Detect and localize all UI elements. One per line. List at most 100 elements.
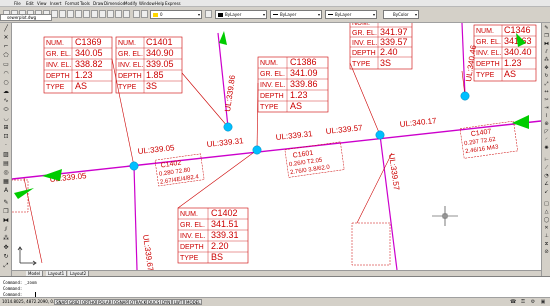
menu-modify[interactable]: Modify: [124, 0, 137, 7]
dim-linear-icon[interactable]: ⊢: [543, 157, 550, 163]
array-icon[interactable]: ⁂: [2, 235, 10, 242]
menu-file[interactable]: File: [14, 0, 21, 7]
copy-icon[interactable]: ❐: [543, 33, 550, 39]
command-line[interactable]: Command: _zoom Command: Command:: [0, 276, 550, 297]
table-icon[interactable]: ▦: [2, 178, 10, 185]
arc-icon[interactable]: ◠: [2, 70, 10, 77]
drawing-canvas[interactable]: NUM. GR. EL. INV. EL. DEPTH TYPE C1369 3…: [12, 23, 541, 270]
break-icon[interactable]: ⌇: [543, 113, 550, 119]
move-icon[interactable]: ✥: [543, 65, 550, 71]
mirror-icon[interactable]: ⧓: [2, 217, 10, 224]
manhole-node[interactable]: [223, 122, 233, 132]
rotate-icon[interactable]: ↻: [2, 253, 10, 260]
pan-icon[interactable]: [83, 10, 90, 18]
construction-line-icon[interactable]: ✕: [2, 34, 10, 41]
pipe-callout-5[interactable]: [351, 222, 391, 266]
offset-icon[interactable]: ⫽: [2, 226, 10, 233]
move-icon[interactable]: ✥: [2, 244, 10, 251]
toggle-polar[interactable]: POLAR: [96, 299, 114, 305]
copy-icon[interactable]: [51, 10, 58, 18]
manhole-node[interactable]: [375, 130, 385, 140]
scale-icon[interactable]: ⤢: [543, 81, 550, 87]
menu-dimension[interactable]: Dimension: [104, 0, 125, 7]
layer-dropdown[interactable]: 0 ▾: [150, 10, 202, 19]
join-icon[interactable]: ⊕: [543, 121, 550, 127]
plotstyle-dropdown[interactable]: ByColor ▾: [383, 10, 419, 19]
osnap-endpoint-icon[interactable]: □: [543, 201, 550, 207]
make-block-icon[interactable]: ⊡: [2, 133, 10, 140]
manhole-table-3[interactable]: NUM. GR. EL. INV. EL. DEPTH TYPE C1386 3…: [257, 56, 329, 113]
make-current-icon[interactable]: [205, 10, 212, 18]
rotate-icon[interactable]: ↻: [543, 73, 550, 79]
spline-icon[interactable]: ∿: [2, 97, 10, 104]
point-icon[interactable]: ·: [2, 142, 10, 149]
chamfer-icon[interactable]: ◸: [543, 129, 550, 135]
scale-icon[interactable]: ⤢: [2, 262, 10, 269]
dim-angular-icon[interactable]: ∠: [543, 181, 550, 187]
manhole-table-2[interactable]: NUM. GR. EL. INV. EL. DEPTH TYPE C1401 3…: [115, 36, 183, 94]
offset-icon[interactable]: ⫽: [543, 49, 550, 55]
trim-icon[interactable]: ✂: [543, 97, 550, 103]
pipe-callout-2[interactable]: C1601 0.26/0 T2.05 2.76/0 3.8/62.0: [284, 141, 345, 178]
tool-palettes-icon[interactable]: [123, 10, 130, 18]
clean-screen-icon[interactable]: ▣: [540, 299, 546, 305]
main-sewer-line[interactable]: [12, 120, 541, 180]
branch-line-1[interactable]: [133, 165, 138, 270]
revcloud-icon[interactable]: ☁: [2, 88, 10, 95]
osnap-perpendicular-icon[interactable]: ⊥: [543, 233, 550, 239]
communication-icon[interactable]: ☎: [510, 299, 516, 305]
leader-icon[interactable]: ↙: [543, 189, 550, 195]
toggle-dyn[interactable]: DYN: [160, 299, 173, 305]
region-icon[interactable]: ◎: [2, 169, 10, 176]
toggle-model[interactable]: MODEL: [184, 299, 203, 305]
file-tab[interactable]: sewerplot.dwg: [0, 14, 52, 21]
zoom-window-icon[interactable]: [99, 10, 106, 18]
color-dropdown[interactable]: ByLayer ▾: [215, 10, 267, 19]
rectangle-icon[interactable]: ▭: [2, 61, 10, 68]
lineweight-dropdown[interactable]: ByLayer ▾: [325, 10, 377, 19]
menu-view[interactable]: View: [37, 0, 47, 7]
menu-window[interactable]: Window: [139, 0, 155, 7]
dim-radius-icon[interactable]: ◔: [543, 173, 550, 179]
manhole-table-5[interactable]: NUM. GR. EL. INV. EL. DEPTH TYPE C1346 3…: [473, 24, 537, 82]
zoom-icon[interactable]: [91, 10, 98, 18]
toggle-lwt[interactable]: LWT: [172, 299, 185, 305]
erase-icon[interactable]: ✎: [543, 25, 550, 31]
osnap-intersection-icon[interactable]: ✕: [543, 225, 550, 231]
menu-tools[interactable]: Tools: [80, 0, 90, 7]
menu-insert[interactable]: Insert: [50, 0, 61, 7]
menu-format[interactable]: Format: [65, 0, 79, 7]
copy-object-icon[interactable]: ❐: [2, 208, 10, 215]
undo-icon[interactable]: [67, 10, 74, 18]
manhole-table-4[interactable]: NUM. GR. EL. INV. EL. DEPTH TYPE 341.97 …: [349, 23, 413, 70]
osnap-none-icon[interactable]: ⊘: [543, 249, 550, 255]
polyline-icon[interactable]: ⌐: [2, 43, 10, 50]
stretch-icon[interactable]: ↔: [543, 89, 550, 95]
hatch-icon[interactable]: ▨: [2, 151, 10, 158]
extend-icon[interactable]: ⇥: [543, 105, 550, 111]
erase-icon[interactable]: ✎: [2, 199, 10, 206]
menu-draw[interactable]: Draw: [93, 0, 103, 7]
manhole-node[interactable]: [460, 91, 470, 101]
design-center-icon[interactable]: [115, 10, 122, 18]
menu-express[interactable]: Express: [165, 0, 181, 7]
linetype-dropdown[interactable]: ByLayer ▾: [270, 10, 322, 19]
settings-icon[interactable]: ⚙: [530, 299, 536, 305]
gradient-icon[interactable]: ▤: [2, 160, 10, 167]
insert-block-icon[interactable]: ⊞: [2, 124, 10, 131]
circle-icon[interactable]: ○: [2, 79, 10, 86]
redo-icon[interactable]: [75, 10, 82, 18]
manhole-table-1[interactable]: NUM. GR. EL. INV. EL. DEPTH TYPE C1369 3…: [43, 36, 113, 94]
properties-icon[interactable]: [107, 10, 114, 18]
manhole-node[interactable]: [129, 161, 139, 171]
manhole-table-6[interactable]: NUM. GR. EL. INV. EL. DEPTH TYPE C1402 3…: [177, 207, 249, 264]
ellipse-icon[interactable]: ⬭: [2, 106, 10, 113]
menu-edit[interactable]: Edit: [26, 0, 34, 7]
layer-state-icon[interactable]: [141, 10, 148, 18]
osnap-nearest-icon[interactable]: ⧖: [543, 241, 550, 247]
mirror-icon[interactable]: ⧓: [543, 41, 550, 47]
fillet-icon[interactable]: ◜: [543, 137, 550, 143]
lock-icon[interactable]: ⚿: [520, 299, 526, 305]
dim-aligned-icon[interactable]: ⟋: [543, 165, 550, 171]
menu-help[interactable]: Help: [155, 0, 164, 7]
